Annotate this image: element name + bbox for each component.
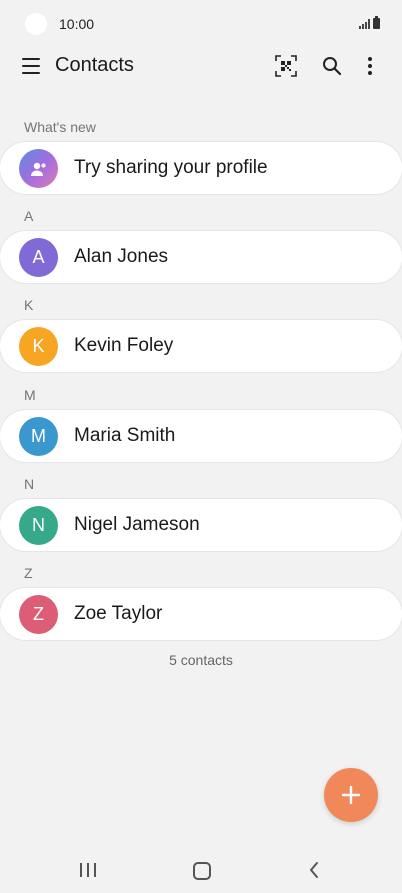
avatar: M	[19, 417, 58, 456]
section-header-whats-new: What's new	[24, 119, 96, 135]
avatar: A	[19, 238, 58, 277]
section-header-z: Z	[24, 565, 33, 581]
navigation-bar	[0, 846, 402, 893]
camera-cutout	[25, 13, 47, 35]
contact-item-kevin-foley[interactable]: K Kevin Foley	[0, 320, 402, 372]
search-icon[interactable]	[322, 56, 342, 76]
contact-count: 5 contacts	[169, 652, 233, 668]
hamburger-menu-icon[interactable]	[22, 58, 40, 74]
avatar: Z	[19, 595, 58, 634]
contacts-screen: 10:00 Contacts What's new Try sharing yo…	[0, 0, 402, 893]
add-icon	[341, 785, 361, 805]
avatar: K	[19, 327, 58, 366]
app-bar: Contacts	[0, 44, 402, 88]
avatar: N	[19, 506, 58, 545]
back-icon[interactable]	[308, 861, 320, 879]
more-vertical-icon[interactable]	[368, 57, 372, 75]
list-item-share-profile[interactable]: Try sharing your profile	[0, 142, 402, 194]
contact-name: Maria Smith	[74, 425, 176, 446]
contact-name: Nigel Jameson	[74, 514, 200, 535]
section-header-k: K	[24, 297, 34, 313]
contact-item-nigel-jameson[interactable]: N Nigel Jameson	[0, 499, 402, 551]
section-header-a: A	[24, 208, 34, 224]
contact-name: Try sharing your profile	[74, 157, 268, 178]
page-title: Contacts	[55, 54, 134, 76]
status-time: 10:00	[59, 16, 95, 32]
battery-icon	[373, 16, 380, 29]
status-icons	[359, 16, 380, 29]
profile-share-icon	[19, 149, 58, 188]
add-contact-button[interactable]	[324, 768, 378, 822]
qr-code-scan-icon[interactable]	[275, 55, 297, 77]
home-icon[interactable]	[193, 862, 211, 880]
contact-name: Kevin Foley	[74, 335, 174, 356]
recent-apps-icon[interactable]	[80, 863, 96, 877]
signal-icon	[359, 19, 370, 29]
contact-item-maria-smith[interactable]: M Maria Smith	[0, 410, 402, 462]
section-header-n: N	[24, 476, 35, 492]
contact-name: Zoe Taylor	[74, 603, 163, 624]
status-bar: 10:00	[0, 0, 402, 48]
contact-name: Alan Jones	[74, 246, 169, 267]
contact-item-alan-jones[interactable]: A Alan Jones	[0, 231, 402, 283]
contact-item-zoe-taylor[interactable]: Z Zoe Taylor	[0, 588, 402, 640]
section-header-m: M	[24, 387, 36, 403]
